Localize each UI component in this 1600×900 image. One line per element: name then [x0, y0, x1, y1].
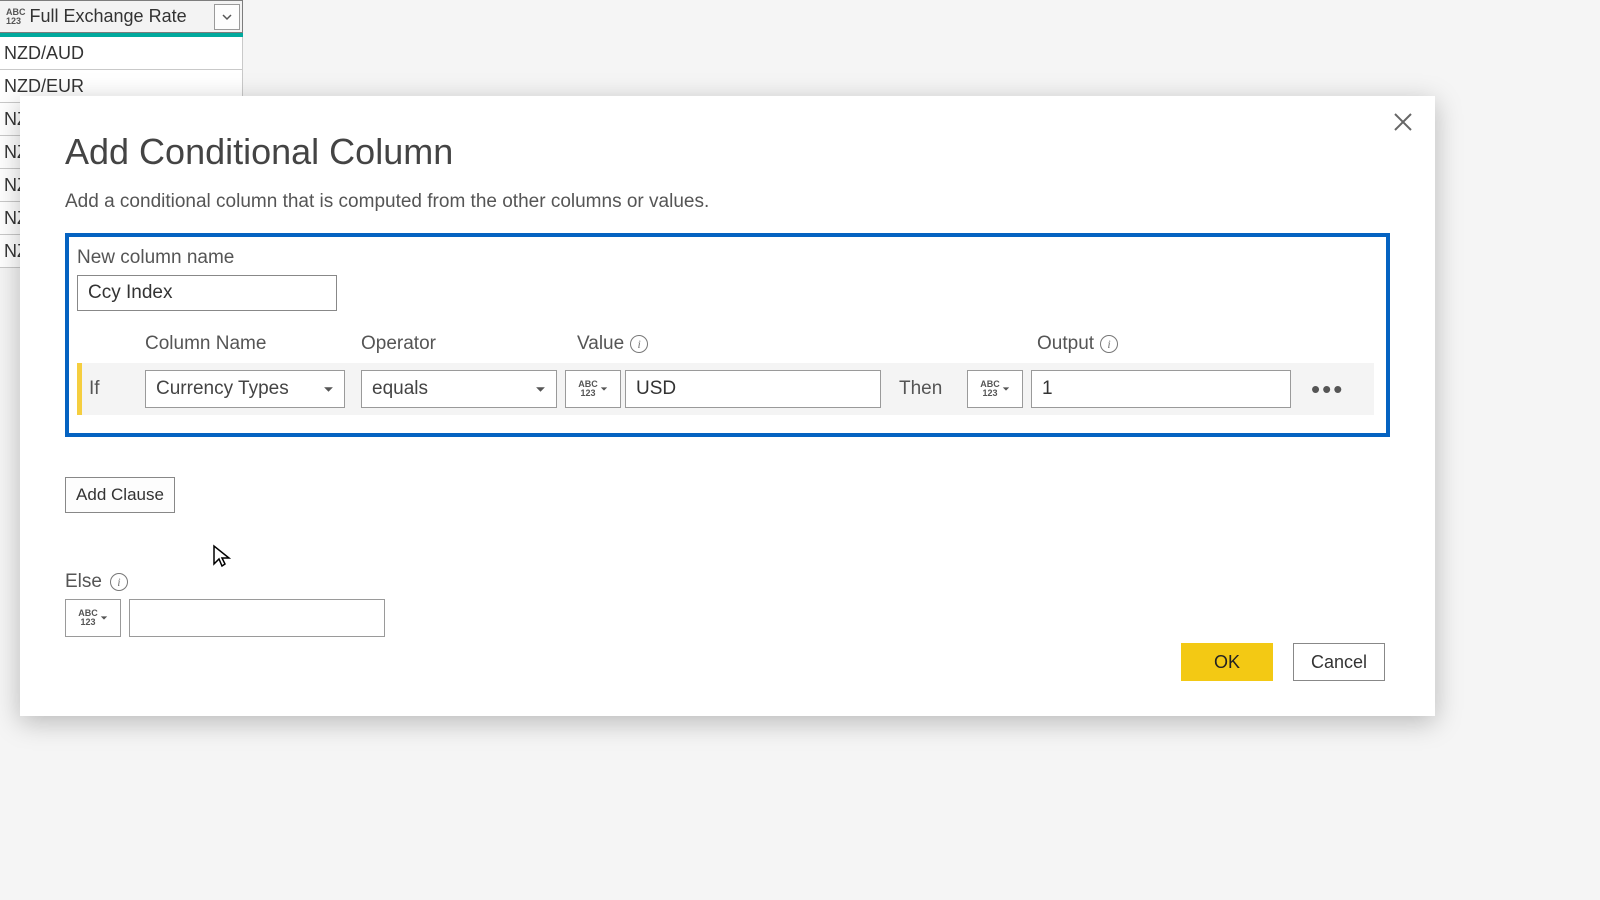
info-icon[interactable]: i — [1100, 335, 1118, 353]
dialog-title: Add Conditional Column — [65, 131, 1390, 173]
add-conditional-column-dialog: Add Conditional Column Add a conditional… — [20, 96, 1435, 716]
header-value: Value — [577, 333, 624, 355]
header-operator: Operator — [361, 333, 577, 355]
else-section: Elsei ABC123 — [65, 571, 1390, 637]
ok-button[interactable]: OK — [1181, 643, 1273, 681]
cursor-icon — [210, 544, 234, 573]
value-input[interactable] — [625, 370, 881, 408]
condition-row: If Currency Types equals ABC123 Then ABC… — [77, 363, 1374, 415]
info-icon[interactable]: i — [630, 335, 648, 353]
dialog-description: Add a conditional column that is compute… — [65, 191, 1390, 213]
column-name-dropdown[interactable]: Currency Types — [145, 370, 345, 408]
condition-block-highlight: New column name Column Name Operator Val… — [65, 233, 1390, 437]
table-cell[interactable]: NZ — [0, 235, 22, 268]
info-icon[interactable]: i — [110, 573, 128, 591]
row-accent — [77, 363, 82, 415]
column-filter-dropdown[interactable] — [214, 4, 240, 30]
else-type-dropdown[interactable]: ABC123 — [65, 599, 121, 637]
header-column-name: Column Name — [145, 333, 361, 355]
operator-dropdown[interactable]: equals — [361, 370, 557, 408]
table-cell[interactable]: NZ — [0, 169, 22, 202]
new-column-name-label: New column name — [77, 247, 1374, 269]
table-cell[interactable]: NZ — [0, 103, 22, 136]
close-icon[interactable] — [1391, 110, 1415, 134]
cancel-button[interactable]: Cancel — [1293, 643, 1385, 681]
then-label: Then — [899, 378, 967, 400]
else-label: Else — [65, 571, 102, 593]
column-header[interactable]: ABC123 Full Exchange Rate — [0, 0, 243, 33]
condition-headers: Column Name Operator Valuei Outputi — [77, 333, 1374, 355]
add-clause-button[interactable]: Add Clause — [65, 477, 175, 513]
if-label: If — [77, 378, 145, 400]
table-cell[interactable]: NZ — [0, 202, 22, 235]
more-options-icon[interactable]: ••• — [1311, 374, 1344, 405]
output-input[interactable] — [1031, 370, 1291, 408]
else-value-input[interactable] — [129, 599, 385, 637]
column-name: Full Exchange Rate — [30, 6, 215, 27]
table-cell[interactable]: NZ — [0, 136, 22, 169]
new-column-name-input[interactable] — [77, 275, 337, 311]
type-icon: ABC123 — [0, 8, 30, 26]
header-output: Output — [1037, 333, 1094, 355]
value-type-dropdown[interactable]: ABC123 — [565, 370, 621, 408]
table-cell[interactable]: NZD/AUD — [0, 37, 243, 70]
output-type-dropdown[interactable]: ABC123 — [967, 370, 1023, 408]
